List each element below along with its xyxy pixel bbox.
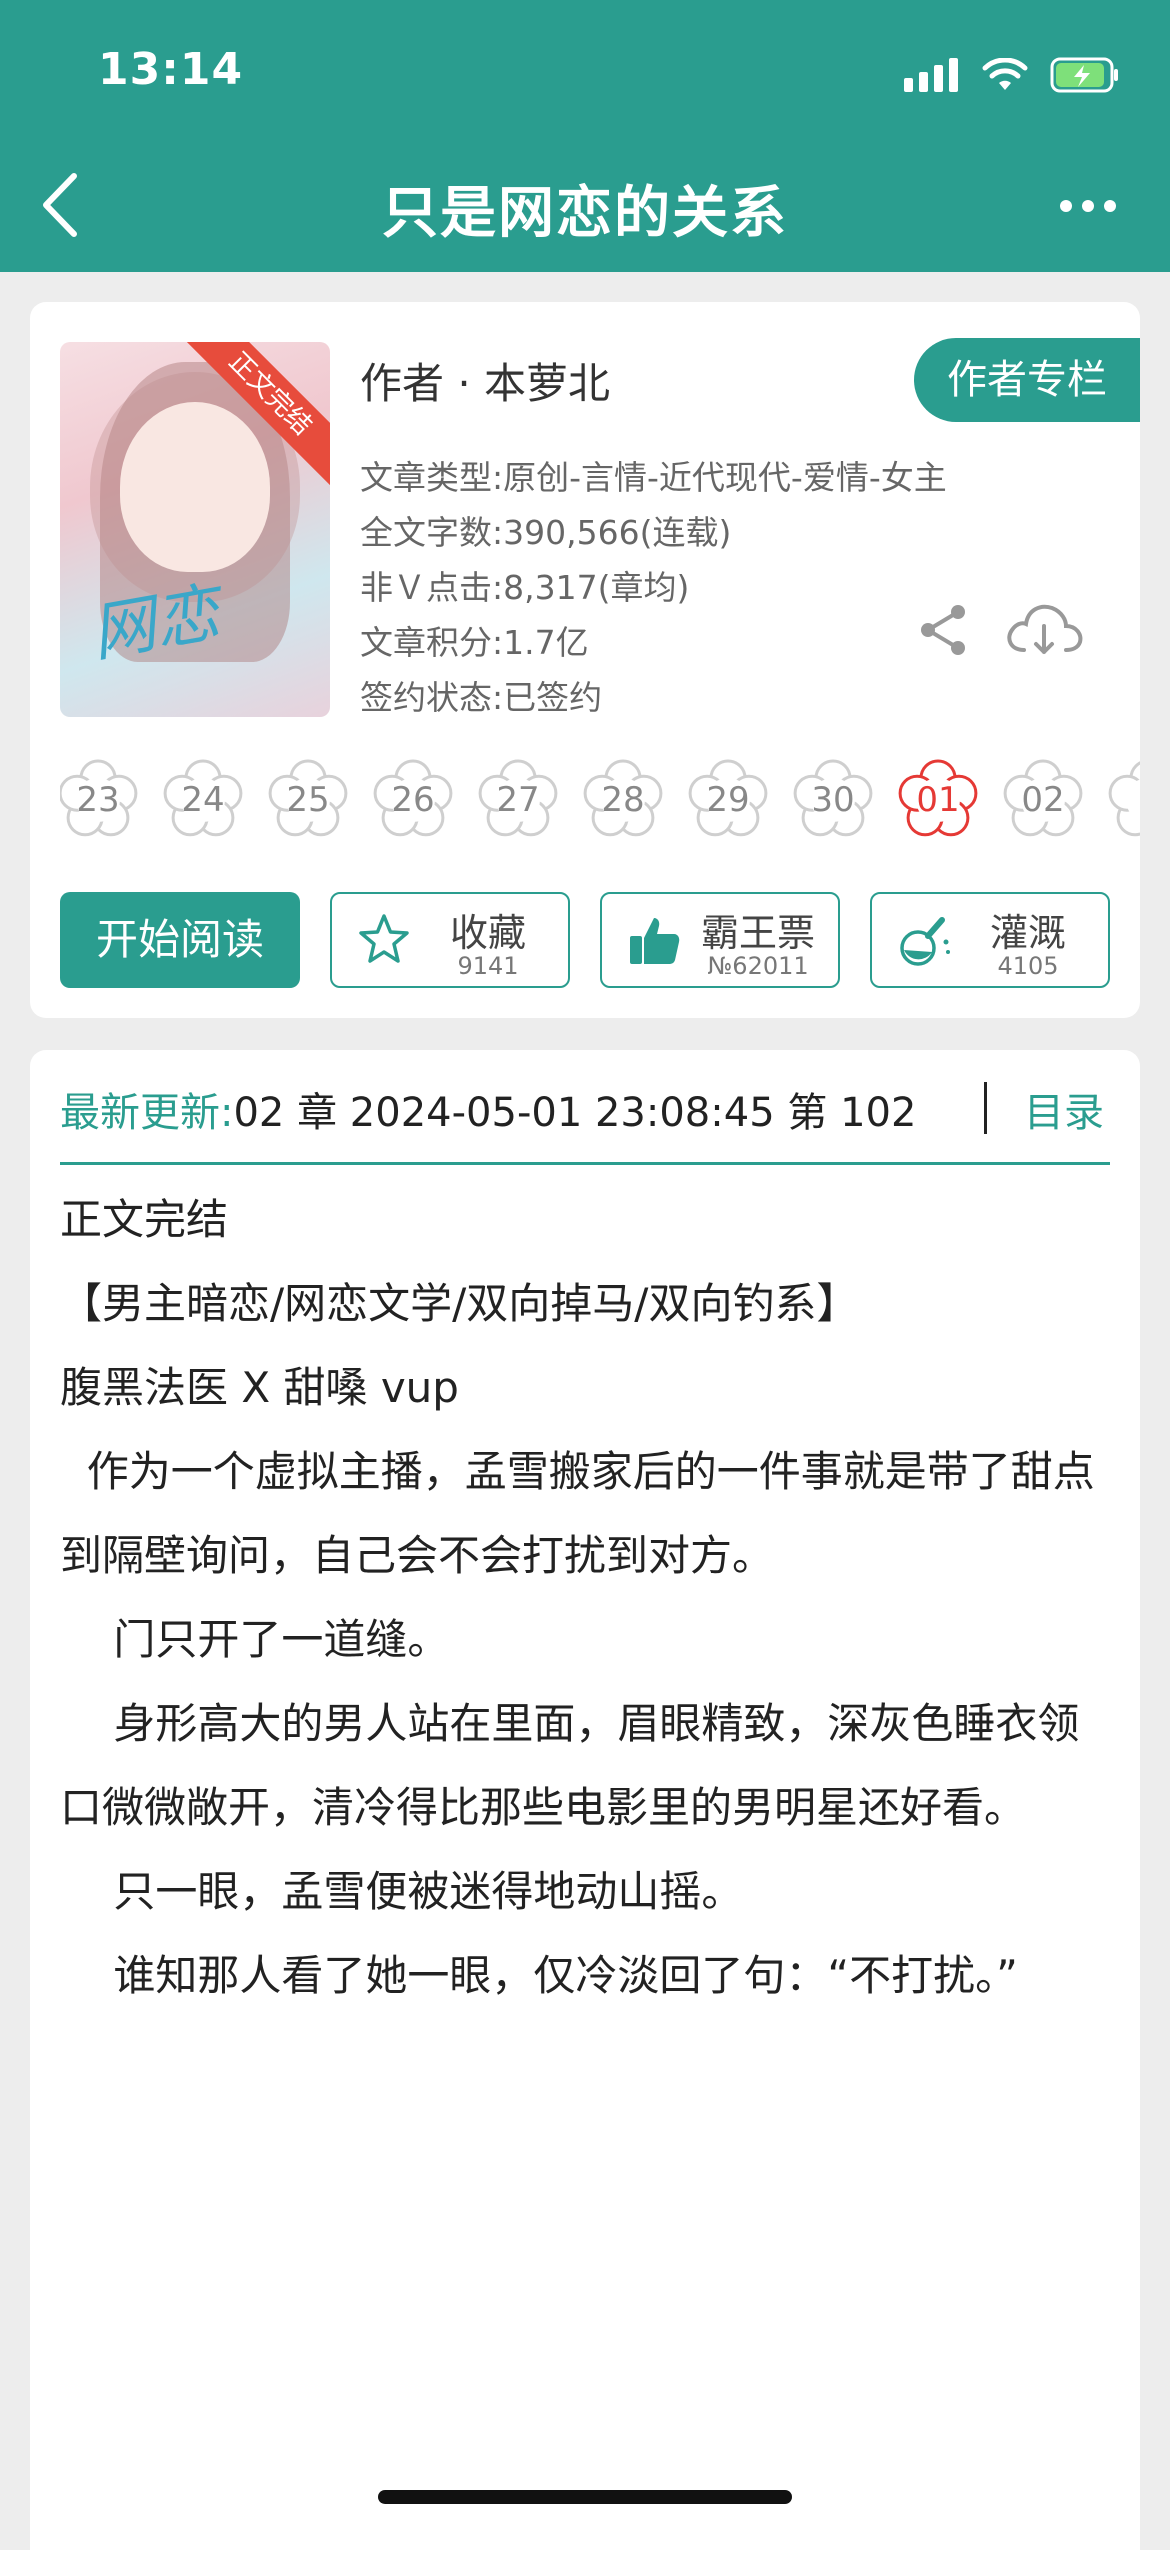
- update-day-flower: 02: [997, 754, 1089, 846]
- synopsis-paragraph: 【男主暗恋/网恋文学/双向掉马/双向钓系】: [60, 1279, 859, 1328]
- wifi-icon: [982, 58, 1028, 90]
- status-icons: [904, 50, 1120, 100]
- collect-button[interactable]: 收藏 9141: [330, 892, 570, 988]
- update-day-flower: 25: [262, 754, 354, 846]
- top-bar: 13:14 只是网恋的关系: [0, 0, 1170, 272]
- star-icon: [359, 914, 409, 963]
- update-day-flower: 01: [892, 754, 984, 846]
- update-day-label: 02: [1021, 780, 1065, 820]
- update-day-label: 27: [496, 780, 540, 820]
- update-day-label: 25: [286, 780, 330, 820]
- table-of-contents-link[interactable]: 目录: [1024, 1078, 1104, 1148]
- book-synopsis: 正文完结 【男主暗恋/网恋文学/双向掉马/双向钓系】 腹黑法医 X 甜嗓 vup…: [60, 1178, 1110, 2018]
- meta-score: 文章积分:1.7亿: [360, 623, 589, 662]
- download-cloud-icon[interactable]: [1004, 598, 1084, 662]
- irrigate-button[interactable]: 灌溉 4105: [870, 892, 1110, 988]
- author-column-button[interactable]: 作者专栏: [914, 338, 1140, 422]
- book-cover[interactable]: 正文完结 网恋: [60, 342, 330, 717]
- page-title: 只是网恋的关系: [382, 181, 788, 246]
- update-day-flower: 28: [577, 754, 669, 846]
- more-menu-icon[interactable]: [1060, 200, 1116, 212]
- latest-update-value: 02 章 2024-05-01 23:08:45 第 102: [233, 1090, 917, 1136]
- meta-clicks: 非Ｖ点击:8,317(章均): [360, 568, 690, 607]
- share-icon[interactable]: [916, 602, 972, 658]
- collect-label: 收藏: [449, 911, 526, 955]
- synopsis-paragraph: 谁知那人看了她一眼，仅冷淡回了句：“不打扰。”: [60, 1951, 1018, 2000]
- ticket-button[interactable]: 霸王票 №62011: [600, 892, 840, 988]
- battery-icon: [1050, 57, 1118, 93]
- update-day-label: 24: [181, 780, 225, 820]
- update-flower-calendar: 23 24 25 26 27 28 29 30 01 02: [60, 754, 1140, 854]
- thumbs-up-icon: [630, 918, 680, 964]
- update-day-label: 29: [706, 780, 750, 820]
- ticket-label: 霸王票: [700, 911, 815, 955]
- collect-count: 9141: [457, 952, 519, 980]
- update-day-label: 23: [76, 780, 120, 820]
- update-day-label: 01: [916, 780, 960, 820]
- update-day-flower: 26: [367, 754, 459, 846]
- meta-contract: 签约状态:已签约: [360, 678, 603, 717]
- book-info-card: 正文完结 网恋 作者 · 本萝北 作者专栏 文章类型:原创-言情-近代现代-爱情…: [30, 302, 1140, 1018]
- meta-type: 文章类型:原创-言情-近代现代-爱情-女主: [360, 458, 947, 497]
- meta-word-count: 全文字数:390,566(连载): [360, 513, 732, 552]
- synopsis-paragraph: 腹黑法医 X 甜嗓 vup: [60, 1363, 459, 1412]
- book-meta: 文章类型:原创-言情-近代现代-爱情-女主 全文字数:390,566(连载) 非…: [360, 450, 947, 725]
- update-day-flower: 29: [682, 754, 774, 846]
- start-reading-button[interactable]: 开始阅读: [60, 892, 300, 988]
- divider: [60, 1162, 1110, 1165]
- update-day-flower: 23: [60, 754, 144, 846]
- latest-update[interactable]: 最新更新:02 章 2024-05-01 23:08:45 第 102: [60, 1078, 1040, 1148]
- content-card: 最新更新:02 章 2024-05-01 23:08:45 第 102 目录 正…: [30, 1050, 1140, 2550]
- nutrient-flask-icon: [900, 917, 950, 966]
- ticket-count: №62011: [707, 952, 809, 980]
- update-day-flower: 24: [157, 754, 249, 846]
- synopsis-paragraph: 正文完结: [60, 1195, 229, 1244]
- synopsis-paragraph: 身形高大的男人站在里面，眉眼精致，深灰色睡衣领口微微敞开，清冷得比那些电影里的男…: [60, 1699, 1080, 1832]
- divider: [984, 1082, 987, 1134]
- irrigate-count: 4105: [997, 952, 1059, 980]
- latest-update-label: 最新更新:: [60, 1090, 234, 1136]
- update-day-label: 26: [391, 780, 435, 820]
- status-time: 13:14: [98, 44, 244, 95]
- update-day-flower: 27: [472, 754, 564, 846]
- synopsis-paragraph: 门只开了一道缝。: [60, 1615, 450, 1664]
- signal-icon: [904, 58, 958, 92]
- update-day-flower: [1102, 754, 1140, 846]
- home-indicator: [378, 2490, 792, 2504]
- irrigate-label: 灌溉: [989, 911, 1066, 955]
- author-name[interactable]: 作者 · 本萝北: [360, 350, 610, 411]
- update-day-label: 30: [811, 780, 855, 820]
- synopsis-paragraph: 只一眼，孟雪便被迷得地动山摇。: [60, 1867, 744, 1916]
- update-day-label: 28: [601, 780, 645, 820]
- update-day-flower: 30: [787, 754, 879, 846]
- synopsis-paragraph: 作为一个虚拟主播，孟雪搬家后的一件事就是带了甜点到隔壁询问，自己会不会打扰到对方…: [60, 1447, 1095, 1580]
